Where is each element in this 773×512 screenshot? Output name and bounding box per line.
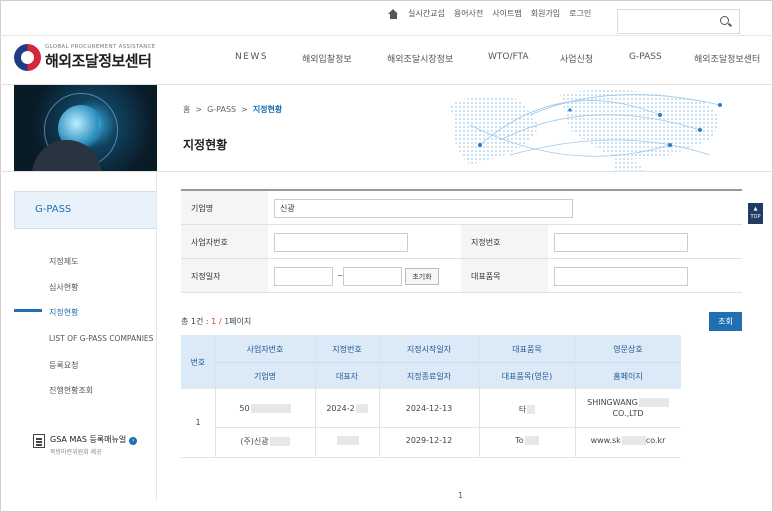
logo-korean: 해외조달정보센터 — [45, 52, 152, 70]
site-logo[interactable]: GLOBAL PROCUREMENT ASSISTANCE 해외조달정보센터 — [14, 44, 156, 71]
sidebar-active-indicator — [14, 309, 42, 312]
designation-number-label: 지정번호 — [461, 225, 548, 258]
cell-english-name: SHINGWANG — [575, 398, 681, 407]
product-label: 대표품목 — [461, 259, 548, 292]
utility-bar: 실시간교섭 용어사전 사이트맵 회원가입 로그인 — [388, 8, 591, 19]
result-count: 총 1건 : 1 / 1페이지 — [181, 317, 252, 326]
breadcrumb-home[interactable]: 홈 — [183, 104, 190, 115]
search-input[interactable] — [617, 9, 740, 34]
form-row: 사업자번호 지정번호 — [181, 225, 742, 259]
cell-english-name-2: CO.,LTD — [612, 409, 644, 418]
cell-start-date: 2024-12-13 — [405, 404, 453, 413]
designation-date-label: 지정일자 — [181, 259, 268, 292]
business-number-input[interactable] — [274, 233, 408, 252]
page-title: 지정현황 — [183, 138, 228, 152]
sidebar-header: G-PASS — [14, 191, 157, 229]
date-to-input[interactable] — [343, 267, 402, 286]
search-icon[interactable] — [720, 16, 729, 25]
reset-button[interactable]: 초기화 — [405, 268, 439, 285]
manual-title: GSA MAS 등록매뉴얼 — [50, 435, 127, 444]
cell-ceo — [315, 436, 379, 445]
col-product-eng: 대표품목(영문) — [501, 372, 553, 381]
sidebar-item-registration-request[interactable]: 등록요청 — [49, 360, 78, 371]
cell-company: (주)신광 — [215, 436, 315, 447]
scroll-top-button[interactable]: ▲ TOP — [748, 203, 763, 224]
divider — [0, 171, 773, 172]
divider — [156, 171, 157, 501]
col-no: 번호 — [190, 358, 206, 367]
document-icon — [33, 434, 45, 448]
breadcrumb-current: 지정현황 — [252, 105, 283, 114]
nav-overseas-bids[interactable]: 해외입찰정보 — [302, 52, 352, 65]
cell-designation-no: 2024-2 — [315, 404, 379, 413]
col-ceo: 대표자 — [335, 372, 359, 381]
sidebar-item-designation-status[interactable]: 지정현황 — [49, 307, 78, 318]
cell-bizno: 50 — [215, 404, 315, 413]
form-row: 기업명 — [181, 191, 742, 225]
nav-market-info[interactable]: 해외조달시장정보 — [387, 52, 453, 65]
breadcrumb: 홈 > G-PASS > 지정현황 — [183, 104, 282, 115]
cell-end-date: 2029-12-12 — [405, 436, 453, 445]
government-emblem-icon — [14, 44, 41, 71]
chevron-right-icon: > — [195, 105, 203, 114]
product-input[interactable] — [554, 267, 688, 286]
divider — [0, 35, 773, 36]
nav-wto-fta[interactable]: WTO/FTA — [488, 52, 529, 62]
sidebar-item-system[interactable]: 지정제도 — [49, 256, 78, 267]
arrow-right-icon: › — [129, 437, 138, 445]
sidebar-item-review-status[interactable]: 심사현황 — [49, 282, 78, 293]
nav-application[interactable]: 사업신청 — [560, 52, 593, 65]
designation-number-input[interactable] — [554, 233, 688, 252]
manual-subtitle: 북방마련위원회 제공 — [50, 449, 102, 456]
cell-product-eng: To — [479, 436, 575, 445]
col-product: 대표품목 — [512, 345, 542, 354]
col-company: 기업명 — [253, 372, 277, 381]
search-form: 기업명 사업자번호 지정번호 지정일자 ~ 초기화 대표품목 — [181, 189, 742, 293]
util-link-signup[interactable]: 회원가입 — [531, 8, 560, 19]
main-navigation: NEWS 해외입찰정보 해외조달시장정보 WTO/FTA 사업신청 G-PASS… — [220, 52, 773, 66]
query-button[interactable]: 조회 — [709, 312, 742, 331]
col-designation-no: 지정번호 — [332, 345, 362, 354]
col-start-date: 지정시작일자 — [406, 345, 452, 354]
sidebar-item-progress-inquiry[interactable]: 진행현황조회 — [49, 385, 93, 396]
pagination-page-1[interactable]: 1 — [458, 491, 463, 500]
company-name-input[interactable] — [274, 199, 573, 218]
col-homepage: 홈페이지 — [613, 372, 643, 381]
cell-product: 타 — [479, 404, 575, 415]
cell-no: 1 — [195, 418, 201, 427]
chevron-up-icon: ▲ — [753, 206, 758, 212]
top-label: TOP — [750, 214, 761, 220]
home-icon[interactable] — [388, 8, 399, 19]
date-from-input[interactable] — [274, 267, 333, 286]
sub-visual-image — [14, 85, 157, 171]
nav-info-center[interactable]: 해외조달정보센터 — [694, 52, 760, 65]
util-link-realtime[interactable]: 실시간교섭 — [408, 8, 445, 19]
util-link-login[interactable]: 로그인 — [569, 8, 591, 19]
company-label: 기업명 — [181, 191, 268, 224]
world-map-graphic — [450, 89, 722, 171]
sidebar-title: G-PASS — [35, 204, 72, 215]
col-bizno: 사업자번호 — [246, 345, 284, 354]
nav-news[interactable]: NEWS — [235, 52, 268, 62]
chevron-right-icon: > — [241, 105, 248, 114]
form-row: 지정일자 ~ 초기화 대표품목 — [181, 259, 742, 293]
gsa-manual-link[interactable]: GSA MAS 등록매뉴얼 › 북방마련위원회 제공 — [33, 434, 138, 456]
breadcrumb-gpass[interactable]: G-PASS — [207, 105, 236, 114]
nav-gpass[interactable]: G-PASS — [629, 52, 662, 62]
col-english-name: 영문상호 — [613, 345, 643, 354]
cell-homepage[interactable]: www.sk co.kr — [575, 436, 681, 445]
col-end-date: 지정종료일자 — [406, 372, 452, 381]
sidebar-item-company-list[interactable]: LIST OF G-PASS COMPANIES — [49, 334, 153, 343]
util-link-glossary[interactable]: 용어사전 — [454, 8, 483, 19]
util-link-sitemap[interactable]: 사이트맵 — [492, 8, 521, 19]
bizno-label: 사업자번호 — [181, 225, 268, 258]
